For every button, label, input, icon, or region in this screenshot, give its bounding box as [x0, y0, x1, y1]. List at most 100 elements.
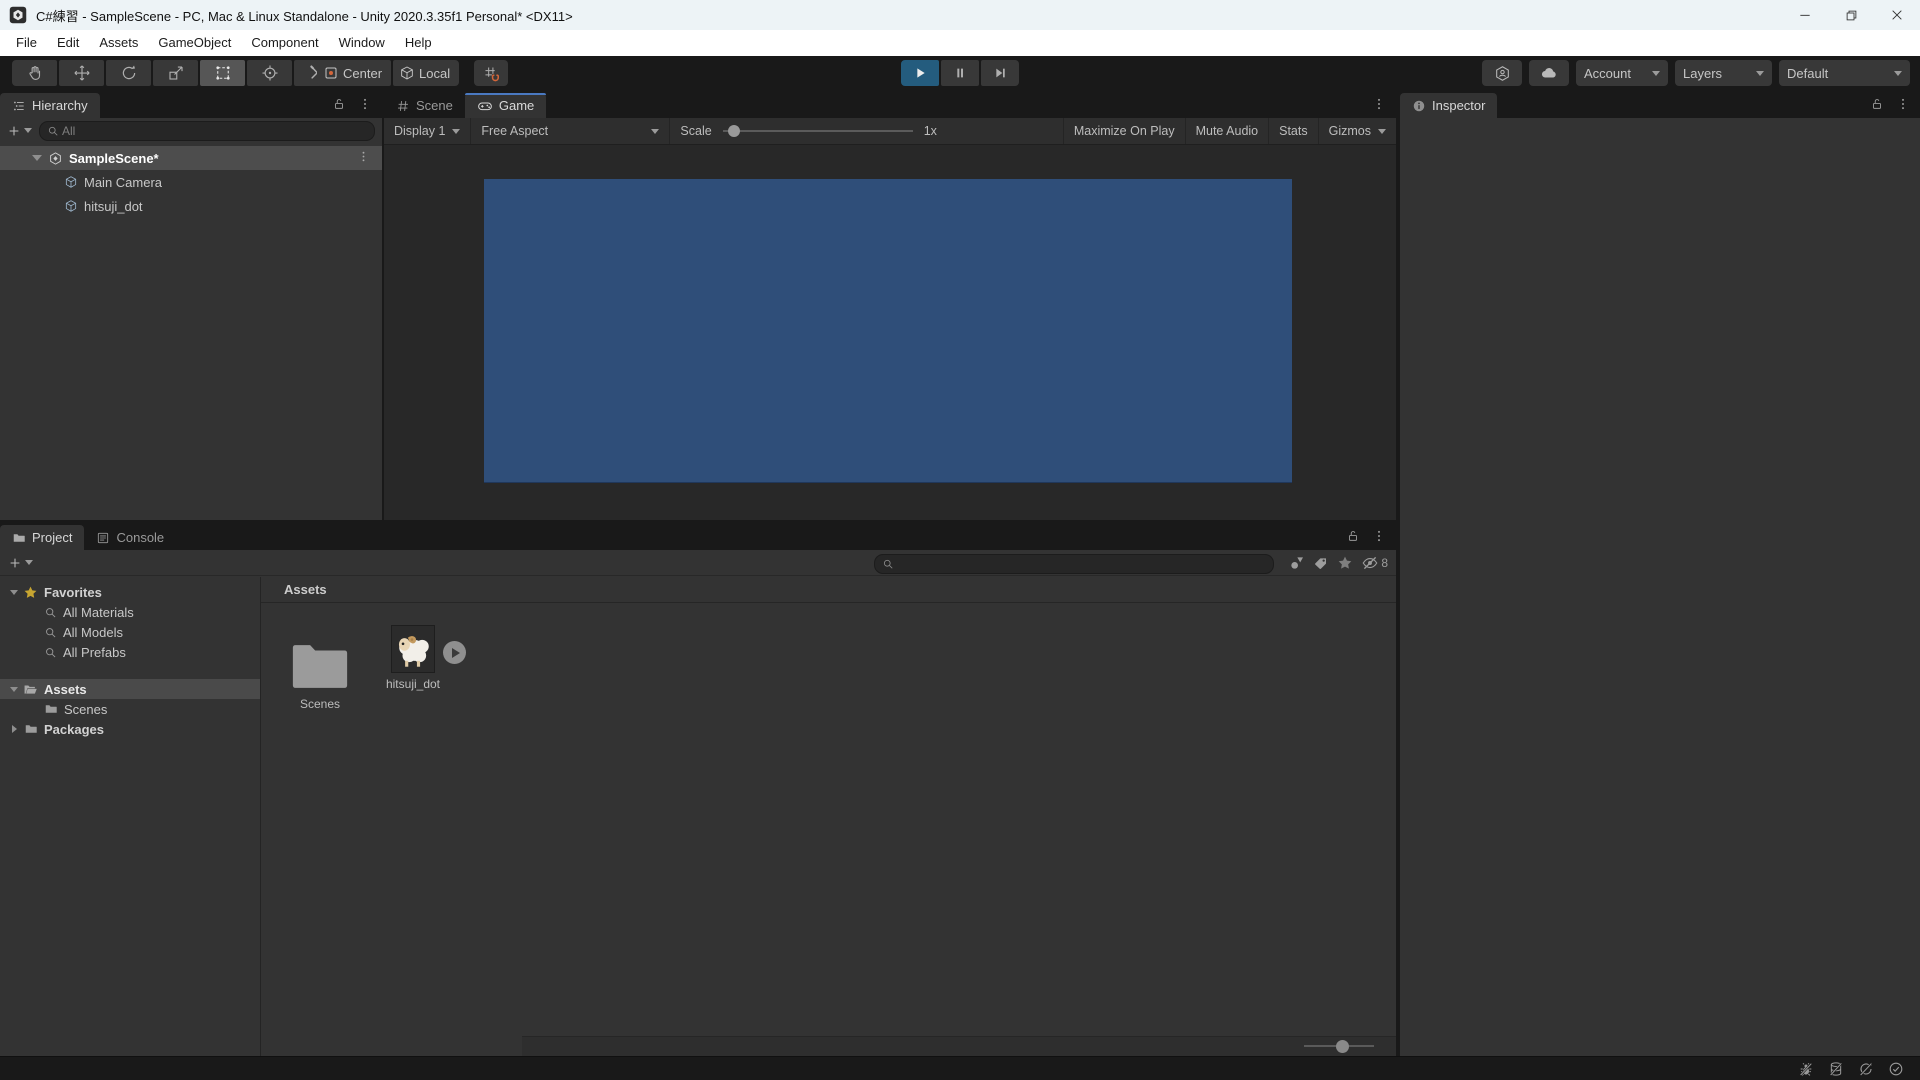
label-tag-icon[interactable] [1313, 555, 1329, 571]
tree-row-scene[interactable]: SampleScene* [0, 146, 382, 170]
favorites-star-icon [23, 585, 38, 600]
step-button[interactable] [981, 60, 1019, 86]
cube-icon [399, 65, 415, 81]
hand-tool-button[interactable] [12, 60, 57, 86]
tree-row-favorites[interactable]: Favorites [0, 582, 260, 602]
thumbnail-zoom-slider[interactable] [1304, 1040, 1374, 1053]
tree-row-main-camera[interactable]: Main Camera [0, 170, 382, 194]
tab-game[interactable]: Game [464, 93, 547, 118]
main-toolbar: Center Local Account Layers Default [0, 56, 1920, 90]
tree-row-scenes[interactable]: Scenes [0, 699, 260, 719]
display-dropdown[interactable]: Display 1 [384, 118, 470, 144]
hierarchy-create-button[interactable] [7, 124, 32, 138]
inspector-panel: Inspector [1400, 90, 1920, 1056]
foldout-closed-icon[interactable] [12, 725, 17, 733]
play-button[interactable] [901, 60, 939, 86]
rect-tool-button[interactable] [200, 60, 245, 86]
kebab-menu-icon[interactable] [358, 97, 372, 111]
menu-assets[interactable]: Assets [89, 30, 148, 56]
menu-component[interactable]: Component [241, 30, 328, 56]
tree-row-all-prefabs[interactable]: All Prefabs [0, 642, 260, 662]
menu-file[interactable]: File [6, 30, 47, 56]
expand-sprite-button[interactable] [443, 641, 466, 664]
kebab-menu-icon[interactable] [1372, 529, 1386, 543]
tree-row-all-materials[interactable]: All Materials [0, 602, 260, 622]
asset-item-scenes[interactable]: Scenes [287, 639, 353, 711]
restore-button[interactable] [1828, 0, 1874, 30]
menu-help[interactable]: Help [395, 30, 442, 56]
scale-tool-button[interactable] [153, 60, 198, 86]
tree-row-all-models[interactable]: All Models [0, 622, 260, 642]
menu-edit[interactable]: Edit [47, 30, 89, 56]
cache-server-disabled-icon[interactable] [1824, 1058, 1848, 1080]
aspect-dropdown[interactable]: Free Aspect [471, 118, 669, 144]
debugger-disabled-icon[interactable] [1794, 1058, 1818, 1080]
hidden-packages-toggle[interactable]: 8 [1361, 554, 1388, 572]
tree-row-packages[interactable]: Packages [0, 719, 260, 739]
auto-refresh-disabled-icon[interactable] [1854, 1058, 1878, 1080]
menu-gameobject[interactable]: GameObject [148, 30, 241, 56]
scale-slider-knob[interactable] [727, 125, 740, 137]
project-panel-tools [1346, 522, 1396, 550]
tab-scene[interactable]: Scene [384, 93, 465, 118]
foldout-open-icon[interactable] [10, 686, 18, 692]
tab-inspector[interactable]: Inspector [1400, 93, 1498, 118]
pause-button[interactable] [941, 60, 979, 86]
tab-console[interactable]: Console [84, 525, 176, 550]
layers-dropdown[interactable]: Layers [1675, 60, 1772, 86]
move-tool-button[interactable] [59, 60, 104, 86]
scale-label: Scale [680, 124, 712, 138]
rotation-toggle-button[interactable]: Local [393, 60, 460, 86]
transform-tool-button[interactable] [247, 60, 292, 86]
minimize-button[interactable] [1782, 0, 1828, 30]
foldout-open-icon[interactable] [32, 155, 42, 161]
project-search-input[interactable] [897, 557, 1266, 571]
lock-icon[interactable] [332, 97, 346, 111]
chevron-down-icon [1894, 70, 1902, 76]
menu-window[interactable]: Window [329, 30, 395, 56]
collab-button[interactable] [1482, 60, 1522, 86]
unity-editor-window: C#練習 - SampleScene - PC, Mac & Linux Sta… [0, 0, 1920, 1080]
tree-row-hitsuji-dot[interactable]: hitsuji_dot [0, 194, 382, 218]
kebab-menu-icon[interactable] [357, 150, 370, 163]
chevron-down-icon [452, 128, 461, 134]
tab-hierarchy[interactable]: Hierarchy [0, 93, 100, 118]
project-search-field[interactable] [874, 554, 1274, 574]
tab-project[interactable]: Project [0, 525, 85, 550]
cloud-services-button[interactable] [1529, 60, 1569, 86]
kebab-menu-icon[interactable] [1372, 97, 1386, 111]
hierarchy-toolbar [0, 118, 382, 143]
mute-audio-toggle[interactable]: Mute Audio [1184, 118, 1269, 144]
lock-icon[interactable] [1346, 529, 1360, 543]
stats-toggle[interactable]: Stats [1268, 118, 1318, 144]
hierarchy-search-input[interactable] [62, 123, 367, 138]
chevron-down-icon [651, 128, 660, 134]
project-create-button[interactable] [8, 556, 33, 570]
progress-check-icon[interactable] [1884, 1058, 1908, 1080]
asset-item-hitsuji-dot[interactable]: hitsuji_dot [373, 625, 453, 691]
chevron-down-icon [1756, 70, 1764, 76]
game-camera-view[interactable] [484, 179, 1292, 483]
kebab-menu-icon[interactable] [1896, 97, 1910, 111]
zoom-slider-knob[interactable] [1336, 1040, 1349, 1053]
account-dropdown[interactable]: Account [1576, 60, 1668, 86]
grid-snap-button[interactable] [474, 60, 508, 86]
rotate-tool-button[interactable] [106, 60, 151, 86]
chevron-down-icon [24, 128, 32, 133]
pivot-toggle-button[interactable]: Center [317, 60, 392, 86]
hidden-count: 8 [1381, 555, 1388, 570]
foldout-open-icon[interactable] [10, 589, 18, 595]
scale-slider[interactable] [722, 125, 913, 137]
favorites-star-icon[interactable] [1337, 555, 1353, 571]
lock-icon[interactable] [1870, 97, 1884, 111]
tree-row-assets[interactable]: Assets [0, 679, 260, 699]
game-view-area [384, 145, 1396, 520]
maximize-on-play-toggle[interactable]: Maximize On Play [1062, 118, 1185, 144]
hierarchy-tabbar: Hierarchy [0, 90, 382, 118]
search-by-type-icon[interactable] [1289, 555, 1305, 571]
gizmos-dropdown[interactable]: Gizmos [1317, 118, 1396, 144]
hierarchy-search-field[interactable] [39, 120, 375, 141]
folder-icon [292, 645, 348, 688]
close-button[interactable] [1874, 0, 1920, 30]
layout-dropdown[interactable]: Default [1779, 60, 1910, 86]
